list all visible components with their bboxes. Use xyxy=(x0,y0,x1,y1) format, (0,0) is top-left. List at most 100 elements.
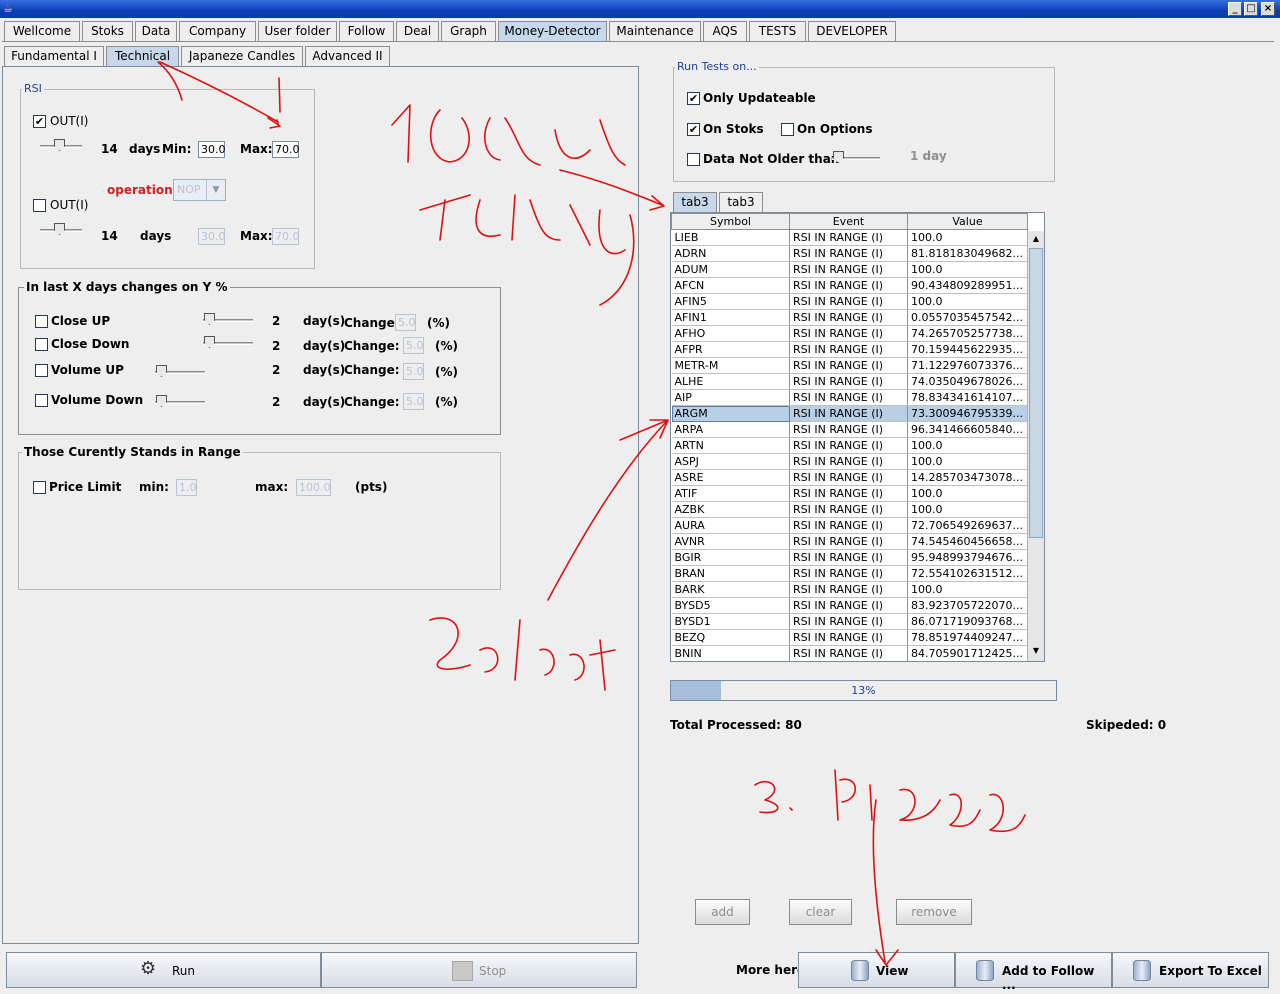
scroll-down-icon[interactable]: ▼ xyxy=(1030,644,1042,658)
close-button[interactable]: × xyxy=(1261,2,1275,16)
price-limit-checkbox[interactable] xyxy=(33,481,46,494)
run-button[interactable]: ⚙ Run xyxy=(6,952,321,988)
table-row[interactable]: ADUM RSI IN RANGE (I) 100.0 xyxy=(671,261,1028,278)
table-row[interactable]: ADRN RSI IN RANGE (I) 81.818183049682... xyxy=(671,245,1028,262)
volume-down-checkbox[interactable] xyxy=(35,394,48,407)
export-to-excel-button[interactable]: Export To Excel xyxy=(1112,952,1269,988)
cell-event: RSI IN RANGE (I) xyxy=(789,293,908,310)
clear-button[interactable]: clear xyxy=(789,899,852,925)
table-row[interactable]: AFHO RSI IN RANGE (I) 74.265705257738... xyxy=(671,325,1028,342)
cell-value: 78.834341614107... xyxy=(907,389,1028,406)
chevron-down-icon[interactable]: ▼ xyxy=(206,180,225,200)
col-header-symbol[interactable]: Symbol xyxy=(671,213,790,230)
table-row[interactable]: ALHE RSI IN RANGE (I) 74.035049678026... xyxy=(671,373,1028,390)
result-tab-1[interactable]: tab3 xyxy=(673,192,717,212)
price-max-field[interactable]: 100.0 xyxy=(296,479,331,496)
price-min-field[interactable]: 1.0 xyxy=(176,479,197,496)
tab-deal[interactable]: Deal xyxy=(396,21,439,41)
cell-event: RSI IN RANGE (I) xyxy=(789,613,908,630)
cell-symbol: ASPJ xyxy=(671,453,790,470)
table-row[interactable]: AFIN1 RSI IN RANGE (I) 0.0557035457542... xyxy=(671,309,1028,326)
data-not-older-checkbox[interactable] xyxy=(687,153,700,166)
table-row[interactable]: ARGM RSI IN RANGE (I) 73.300946795339... xyxy=(671,405,1028,422)
scroll-thumb[interactable] xyxy=(1029,248,1043,538)
table-row[interactable]: AZBK RSI IN RANGE (I) 100.0 xyxy=(671,501,1028,518)
window-titlebar: ☕ _ □ × xyxy=(0,0,1280,18)
cell-value: 0.0557035457542... xyxy=(907,309,1028,326)
volume-down-change-field[interactable]: 5.0 xyxy=(403,393,424,410)
table-row[interactable]: BYSD1 RSI IN RANGE (I) 86.071719093768... xyxy=(671,613,1028,630)
progress-bar: 13% xyxy=(670,680,1057,701)
tab-tests[interactable]: TESTS xyxy=(749,21,806,41)
tab-data[interactable]: Data xyxy=(135,21,177,41)
subtab-advanced[interactable]: Advanced II xyxy=(305,46,390,66)
subtab-japaneze-candles[interactable]: Japaneze Candles xyxy=(181,46,303,66)
table-row[interactable]: AIP RSI IN RANGE (I) 78.834341614107... xyxy=(671,389,1028,406)
close-up-pct: (%) xyxy=(427,316,450,330)
stop-button[interactable]: Stop xyxy=(321,952,637,988)
rsi2-max-field[interactable]: 70.0 xyxy=(272,228,300,245)
table-row[interactable]: METR-M RSI IN RANGE (I) 71.122976073376... xyxy=(671,357,1028,374)
table-row[interactable]: AFPR RSI IN RANGE (I) 70.159445622935... xyxy=(671,341,1028,358)
minimize-button[interactable]: _ xyxy=(1228,2,1242,16)
table-scrollbar[interactable]: ▲ ▼ xyxy=(1027,231,1044,661)
on-options-checkbox[interactable] xyxy=(781,123,794,136)
export-to-excel-label: Export To Excel xyxy=(1159,964,1262,978)
table-row[interactable]: LIEB RSI IN RANGE (I) 100.0 xyxy=(671,229,1028,246)
add-button[interactable]: add xyxy=(695,899,750,925)
table-row[interactable]: AVNR RSI IN RANGE (I) 74.545460456658... xyxy=(671,533,1028,550)
subtab-fundamental[interactable]: Fundamental I xyxy=(4,46,104,66)
table-row[interactable]: AFCN RSI IN RANGE (I) 90.434809289951... xyxy=(671,277,1028,294)
on-stoks-checkbox[interactable]: ✔ xyxy=(687,123,700,136)
table-row[interactable]: ARTN RSI IN RANGE (I) 100.0 xyxy=(671,437,1028,454)
volume-up-days-unit: day(s) xyxy=(303,363,346,377)
tab-company[interactable]: Company xyxy=(179,21,256,41)
table-row[interactable]: BNIN RSI IN RANGE (I) 84.705901712425... xyxy=(671,645,1028,661)
table-row[interactable]: AFIN5 RSI IN RANGE (I) 100.0 xyxy=(671,293,1028,310)
tab-money-detector[interactable]: Money-Detector xyxy=(498,21,607,41)
table-row[interactable]: BYSD5 RSI IN RANGE (I) 83.923705722070... xyxy=(671,597,1028,614)
close-up-label: Close UP xyxy=(51,314,111,328)
maximize-button[interactable]: □ xyxy=(1244,2,1258,16)
table-row[interactable]: ARPA RSI IN RANGE (I) 96.341466605840... xyxy=(671,421,1028,438)
tab-follow[interactable]: Follow xyxy=(339,21,394,41)
tab-maintenance[interactable]: Maintenance xyxy=(609,21,701,41)
table-row[interactable]: BEZQ RSI IN RANGE (I) 78.851974409247... xyxy=(671,629,1028,646)
run-button-label: Run xyxy=(172,964,196,978)
table-row[interactable]: BARK RSI IN RANGE (I) 100.0 xyxy=(671,581,1028,598)
result-tab-2[interactable]: tab3 xyxy=(719,192,763,212)
operation-combo[interactable]: NOP ▼ xyxy=(173,179,226,201)
table-row[interactable]: ASRE RSI IN RANGE (I) 14.285703473078... xyxy=(671,469,1028,486)
out1-checkbox[interactable]: ✔ xyxy=(33,115,46,128)
tab-wellcome[interactable]: Wellcome xyxy=(4,21,80,41)
close-down-checkbox[interactable] xyxy=(35,338,48,351)
volume-up-change-field[interactable]: 5.0 xyxy=(403,363,424,380)
tab-graph[interactable]: Graph xyxy=(441,21,496,41)
tab-developer[interactable]: DEVELOPER xyxy=(808,21,896,41)
table-row[interactable]: BGIR RSI IN RANGE (I) 95.948993794676... xyxy=(671,549,1028,566)
tab-aqs[interactable]: AQS xyxy=(703,21,747,41)
rsi1-min-field[interactable]: 30.0 xyxy=(198,141,226,158)
subtab-technical[interactable]: Technical xyxy=(106,46,179,66)
table-row[interactable]: AURA RSI IN RANGE (I) 72.706549269637... xyxy=(671,517,1028,534)
scroll-up-icon[interactable]: ▲ xyxy=(1030,232,1042,246)
table-row[interactable]: BRAN RSI IN RANGE (I) 72.554102631512... xyxy=(671,565,1028,582)
col-header-event[interactable]: Event xyxy=(789,213,908,230)
table-row[interactable]: ATIF RSI IN RANGE (I) 100.0 xyxy=(671,485,1028,502)
cell-event: RSI IN RANGE (I) xyxy=(789,437,908,454)
view-button[interactable]: View xyxy=(798,952,955,988)
tab-stoks[interactable]: Stoks xyxy=(82,21,133,41)
close-up-change-field[interactable]: 5.0 xyxy=(395,314,416,331)
out2-checkbox[interactable] xyxy=(33,199,46,212)
close-down-change-field[interactable]: 5.0 xyxy=(403,337,424,354)
table-row[interactable]: ASPJ RSI IN RANGE (I) 100.0 xyxy=(671,453,1028,470)
rsi1-max-field[interactable]: 70.0 xyxy=(272,141,300,158)
remove-button[interactable]: remove xyxy=(896,899,972,925)
volume-up-checkbox[interactable] xyxy=(35,364,48,377)
only-updateable-checkbox[interactable]: ✔ xyxy=(687,92,700,105)
close-up-checkbox[interactable] xyxy=(35,315,48,328)
tab-user-folder[interactable]: User folder xyxy=(258,21,337,41)
col-header-value[interactable]: Value xyxy=(907,213,1028,230)
add-to-follow-button[interactable]: Add to Follow ... xyxy=(955,952,1112,992)
rsi2-min-field[interactable]: 30.0 xyxy=(198,228,226,245)
